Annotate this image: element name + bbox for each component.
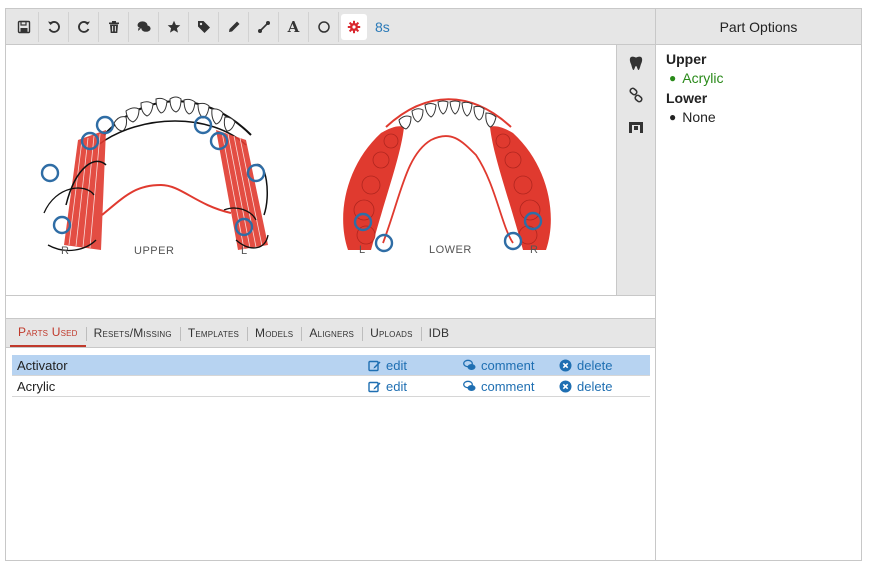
- link-icon: [629, 87, 643, 103]
- comments-button[interactable]: [129, 11, 159, 42]
- lower-teeth: [398, 100, 497, 130]
- delete-tool-button[interactable]: [99, 11, 129, 42]
- delete-link[interactable]: delete: [559, 358, 612, 373]
- delete-label: delete: [577, 357, 613, 373]
- edit-label: edit: [386, 357, 407, 373]
- list-item[interactable]: Acrylic edit comment delete: [12, 376, 650, 397]
- circle-button[interactable]: [309, 11, 339, 42]
- tooth-icon: [629, 56, 643, 70]
- edit-link[interactable]: edit: [368, 358, 407, 373]
- delete-label: delete: [577, 378, 613, 394]
- comment-label: comment: [481, 378, 535, 394]
- edit-link[interactable]: edit: [368, 379, 407, 394]
- line-icon: [257, 20, 270, 33]
- part-name: Activator: [17, 357, 68, 373]
- editor-panel: A 8s R UPPER L L LOWER R Parts Used Rese…: [5, 8, 656, 561]
- bracket-tool-button[interactable]: [624, 115, 648, 139]
- tab-aligners[interactable]: Aligners: [301, 319, 362, 347]
- edit-label: edit: [386, 378, 407, 394]
- comment-link[interactable]: comment: [463, 358, 534, 373]
- upper-arch-label: UPPER: [134, 245, 174, 257]
- comment-label: comment: [481, 357, 535, 373]
- upper-option-item[interactable]: ● Acrylic: [669, 70, 851, 86]
- bullet-icon: ●: [669, 110, 677, 124]
- delete-icon: [559, 359, 572, 371]
- bracket-icon: [629, 122, 643, 133]
- part-options-body: Upper ● Acrylic Lower ● None: [656, 45, 861, 135]
- star-icon: [167, 20, 180, 33]
- pencil-icon: [228, 21, 239, 32]
- lower-group-label: Lower: [666, 90, 708, 106]
- text-button[interactable]: A: [279, 11, 309, 42]
- upper-option-label: Acrylic: [682, 70, 724, 86]
- parts-list: Activator edit comment delete Acrylic ed…: [12, 355, 650, 397]
- comment-link[interactable]: comment: [463, 379, 534, 394]
- redo-icon: [77, 20, 90, 33]
- delete-link[interactable]: delete: [559, 379, 612, 394]
- upper-right-side-label: R: [61, 245, 69, 257]
- pencil-button[interactable]: [219, 11, 249, 42]
- dental-canvas[interactable]: R UPPER L L LOWER R: [6, 45, 616, 296]
- tab-templates[interactable]: Templates: [179, 319, 247, 347]
- tooth-tool-button[interactable]: [624, 51, 648, 75]
- arch-diagram: R UPPER L L LOWER R: [40, 96, 551, 257]
- part-name: Acrylic: [17, 378, 56, 394]
- lower-option-label: None: [682, 109, 716, 125]
- comment-icon: [463, 380, 476, 391]
- edit-icon: [368, 360, 381, 371]
- circle-icon: [317, 20, 330, 33]
- text-icon: A: [287, 17, 300, 36]
- tag-button[interactable]: [189, 11, 219, 42]
- upper-teeth: [113, 96, 236, 132]
- upper-left-side-label: L: [241, 245, 247, 257]
- undo-icon: [47, 20, 60, 33]
- bullet-icon: ●: [669, 71, 677, 85]
- part-options-title: Part Options: [656, 9, 861, 45]
- star-button[interactable]: [159, 11, 189, 42]
- upper-group-label: Upper: [666, 51, 707, 67]
- gear-icon: [347, 20, 361, 33]
- edit-icon: [368, 381, 381, 392]
- link-tool-button[interactable]: [624, 83, 648, 107]
- save-icon: [17, 20, 30, 33]
- tag-icon: [197, 20, 210, 33]
- side-toolbar: [616, 45, 655, 296]
- toolbar: A 8s: [6, 9, 655, 45]
- tab-idb[interactable]: IDB: [420, 319, 458, 347]
- lower-option-item[interactable]: ● None: [669, 109, 851, 125]
- save-button[interactable]: [9, 11, 39, 42]
- list-item[interactable]: Activator edit comment delete: [12, 355, 650, 376]
- tab-models[interactable]: Models: [247, 319, 301, 347]
- comments-icon: [137, 20, 151, 32]
- lower-right-side-label: R: [530, 244, 538, 256]
- undo-button[interactable]: [39, 11, 69, 42]
- tab-resets-missing[interactable]: Resets/Missing: [85, 319, 180, 347]
- lower-left-side-label: L: [359, 244, 365, 256]
- settings-button[interactable]: [341, 13, 367, 40]
- tab-parts-used[interactable]: Parts Used: [10, 319, 86, 347]
- comment-icon: [463, 359, 476, 370]
- lower-acrylic: [343, 126, 551, 250]
- lower-arch-label: LOWER: [429, 244, 472, 256]
- trash-icon: [108, 20, 119, 33]
- bottom-tabs: Parts Used Resets/Missing Templates Mode…: [6, 318, 655, 348]
- delete-icon: [559, 380, 572, 392]
- line-button[interactable]: [249, 11, 279, 42]
- redo-button[interactable]: [69, 11, 99, 42]
- timer-label: 8s: [375, 18, 390, 35]
- part-options-panel: Part Options Upper ● Acrylic Lower ● Non…: [655, 8, 862, 561]
- tab-uploads[interactable]: Uploads: [362, 319, 421, 347]
